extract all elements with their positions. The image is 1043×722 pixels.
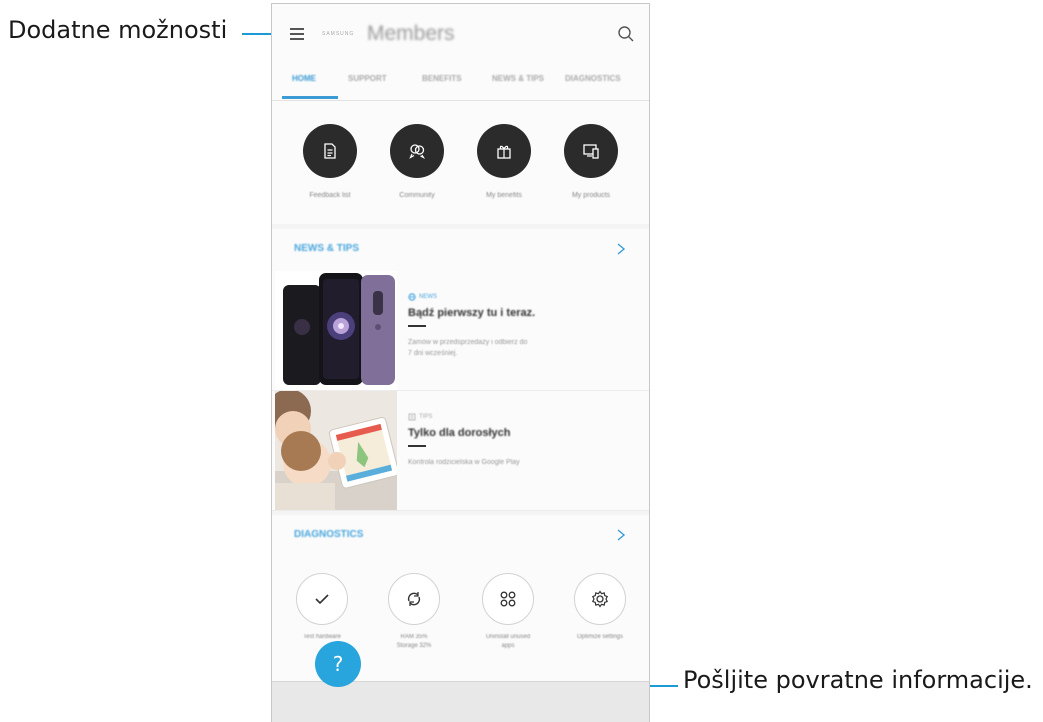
quick-action-community[interactable]: Community <box>377 124 457 199</box>
diagnostic-label-line: Uninstall unused <box>485 634 531 640</box>
diagnostic-label-line: Optimize settings <box>576 634 624 640</box>
article-subtitle-line: 7 dni wcześniej. <box>408 350 458 357</box>
chevron-right-icon[interactable] <box>615 528 627 542</box>
article-content: TIPS Tylko dla dorosłych Kontrola rodzic… <box>408 413 638 468</box>
diagnostic-label-line: Test hardware <box>303 634 341 640</box>
article-category: TIPS <box>408 413 638 421</box>
article-category-label: NEWS <box>419 294 437 300</box>
tip-icon <box>408 413 416 421</box>
diagnostic-ram-storage[interactable]: RAM 35% Storage 32% <box>374 573 454 651</box>
article-divider <box>408 325 426 327</box>
article-subtitle: Zamów w przedsprzedaży i odbierz do 7 dn… <box>408 337 638 359</box>
check-icon <box>296 573 348 625</box>
settings-gear-icon <box>574 573 626 625</box>
news-section-header[interactable]: NEWS & TIPS <box>272 229 649 272</box>
article-category-label: TIPS <box>419 414 433 420</box>
app-header: SAMSUNG Members <box>272 4 649 62</box>
diagnostics-section-title: DIAGNOSTICS <box>294 529 364 540</box>
article-category: NEWS <box>408 293 638 301</box>
bottom-area <box>272 681 649 722</box>
globe-icon <box>408 293 416 301</box>
article-title: Bądź pierwszy tu i teraz. <box>408 307 536 319</box>
article-divider <box>408 445 426 447</box>
refresh-icon <box>388 573 440 625</box>
quick-action-my-benefits[interactable]: My benefits <box>464 124 544 199</box>
apps-icon <box>482 573 534 625</box>
diagnostics-section-header[interactable]: DIAGNOSTICS <box>272 515 649 558</box>
diagnostic-label: Optimize settings <box>560 633 640 642</box>
diagnostic-label-line: apps <box>501 643 515 649</box>
quick-action-label: Feedback list <box>309 192 351 199</box>
quick-action-feedback-list[interactable]: Feedback list <box>290 124 370 199</box>
feedback-fab-button[interactable]: ? <box>315 641 361 687</box>
search-icon[interactable] <box>617 25 635 43</box>
annotation-more-options: Dodatne možnosti <box>8 16 228 44</box>
diagnostic-optimize-settings[interactable]: Optimize settings <box>560 573 640 642</box>
article-subtitle-line: Zamów w przedsprzedaży i odbierz do <box>408 339 528 346</box>
menu-icon[interactable] <box>290 26 306 40</box>
tab-news-tips[interactable]: NEWS & TIPS <box>492 74 544 83</box>
community-icon <box>390 124 444 178</box>
gift-icon <box>477 124 531 178</box>
diagnostic-unused-apps[interactable]: Uninstall unused apps <box>468 573 548 651</box>
quick-action-my-products[interactable]: My products <box>551 124 631 199</box>
document-icon <box>303 124 357 178</box>
article-content: NEWS Bądź pierwszy tu i teraz. Zamów w p… <box>408 293 638 359</box>
app-title: Members <box>367 22 455 45</box>
quick-action-label: Community <box>399 192 435 199</box>
tab-benefits[interactable]: BENEFITS <box>422 74 462 83</box>
diagnostic-label: RAM 35% Storage 32% <box>374 633 454 651</box>
brand-label: SAMSUNG <box>322 31 355 37</box>
tab-diagnostics[interactable]: DIAGNOSTICS <box>565 74 621 83</box>
diagnostic-test-hardware[interactable]: Test hardware <box>282 573 362 642</box>
diagnostic-label-line: RAM 35% <box>400 634 428 640</box>
galaxy-phones-image <box>275 271 397 390</box>
news-section-title: NEWS & TIPS <box>294 243 360 254</box>
news-article[interactable]: NEWS Bądź pierwszy tu i teraz. Zamów w p… <box>272 271 649 391</box>
news-article[interactable]: TIPS Tylko dla dorosłych Kontrola rodzic… <box>272 391 649 511</box>
tab-bar: HOME SUPPORT BENEFITS NEWS & TIPS DIAGNO… <box>272 62 649 101</box>
article-subtitle-line: Kontrola rodzicielska w Google Play <box>408 459 520 466</box>
quick-action-label: My products <box>571 192 611 199</box>
phone-screen: SAMSUNG Members HOME SUPPORT BENEFITS NE… <box>271 3 650 722</box>
annotation-send-feedback: Pošljite povratne informacije. <box>683 666 1033 694</box>
article-title: Tylko dla dorosłych <box>408 427 511 439</box>
diagnostic-label-line: Storage 32% <box>396 643 432 649</box>
tab-support[interactable]: SUPPORT <box>348 74 387 83</box>
diagnostic-label: Test hardware <box>282 633 362 642</box>
tab-home[interactable]: HOME <box>292 74 316 83</box>
quick-action-label: My benefits <box>486 192 522 199</box>
article-subtitle: Kontrola rodzicielska w Google Play <box>408 457 638 468</box>
active-tab-indicator <box>282 96 338 99</box>
diagnostic-label: Uninstall unused apps <box>468 633 548 651</box>
chevron-right-icon[interactable] <box>615 242 627 256</box>
quick-actions: Feedback list Community My benefits My p… <box>272 101 649 224</box>
devices-icon <box>564 124 618 178</box>
child-tablet-image <box>275 391 397 510</box>
